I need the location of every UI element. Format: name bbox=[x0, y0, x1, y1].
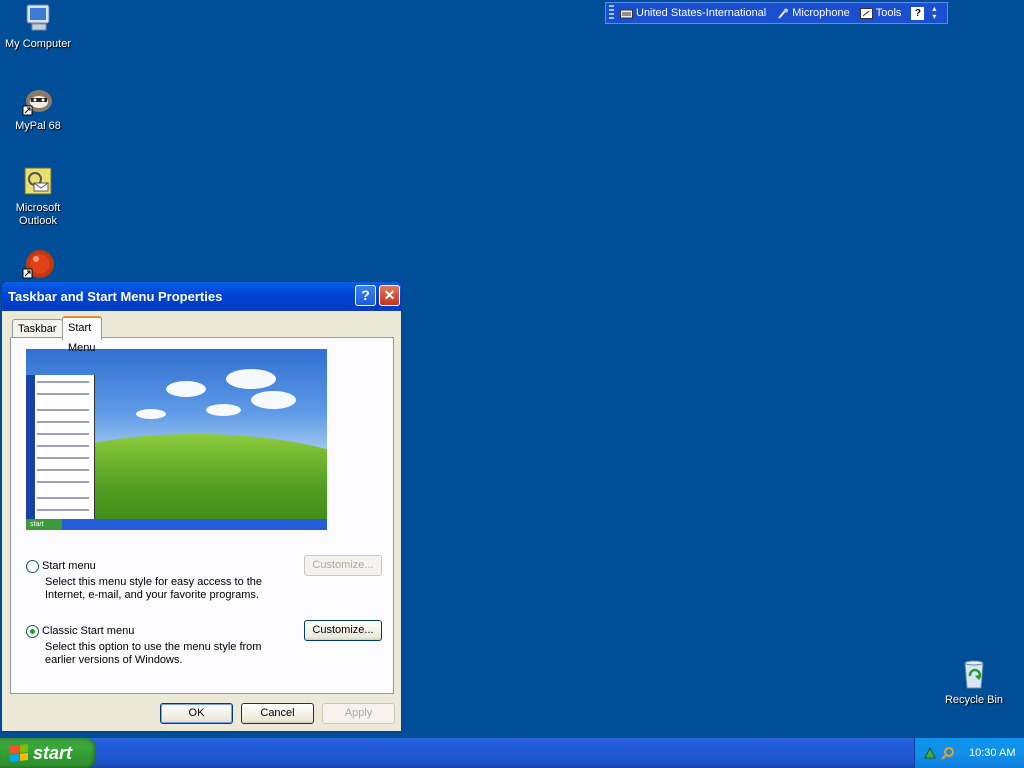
start-button[interactable]: start bbox=[0, 738, 96, 768]
cancel-button[interactable]: Cancel bbox=[241, 703, 314, 724]
language-bar-grip[interactable] bbox=[609, 5, 614, 21]
language-bar-options-icon[interactable]: ▴ ▾ bbox=[932, 5, 936, 21]
my-computer-icon bbox=[22, 2, 54, 34]
preview-start-label: start bbox=[26, 519, 62, 530]
desktop-icon-label: My Computer bbox=[4, 38, 72, 50]
customize-classic-button[interactable]: Customize... bbox=[304, 620, 382, 641]
desktop-icon-label: Microsoft Outlook bbox=[15, 202, 61, 227]
taskbar bbox=[0, 738, 1024, 768]
taskbar-properties-dialog: Taskbar and Start Menu Properties ? ✕ Ta… bbox=[1, 281, 402, 732]
language-bar[interactable]: United States-International Microphone T… bbox=[605, 2, 948, 24]
desktop-icon-red-ball[interactable] bbox=[0, 248, 76, 284]
microphone-icon bbox=[778, 8, 789, 19]
start-menu-tab-panel: start Start menu Select this menu style … bbox=[10, 337, 394, 694]
search-icon[interactable] bbox=[941, 746, 955, 760]
keyboard-icon bbox=[620, 9, 633, 18]
windows-logo-icon bbox=[10, 744, 28, 762]
desktop-icon-outlook[interactable]: Microsoft Outlook bbox=[0, 166, 76, 228]
preview-start-menu bbox=[26, 375, 95, 520]
mypal-icon bbox=[22, 84, 54, 116]
ok-button[interactable]: OK bbox=[160, 703, 233, 724]
red-ball-shortcut-icon bbox=[22, 248, 54, 280]
tab-start-menu[interactable]: Start Menu bbox=[62, 316, 102, 354]
desktop-icon-my-computer[interactable]: My Computer bbox=[0, 2, 76, 51]
close-button[interactable]: ✕ bbox=[379, 285, 400, 306]
tools-label: Tools bbox=[875, 7, 902, 19]
system-tray: 10:30 AM bbox=[914, 738, 1024, 768]
start-menu-label[interactable]: Start menu bbox=[42, 560, 96, 572]
start-menu-description: Select this menu style for easy access t… bbox=[45, 576, 263, 601]
apply-button[interactable]: Apply bbox=[322, 703, 395, 724]
recycle-bin-icon bbox=[958, 658, 990, 690]
classic-start-menu-label[interactable]: Classic Start menu bbox=[42, 625, 134, 637]
language-label: United States-International bbox=[636, 7, 767, 19]
tools-icon bbox=[859, 7, 873, 19]
desktop-icon-recycle-bin[interactable]: Recycle Bin bbox=[936, 658, 1012, 707]
microphone-button[interactable]: Microphone bbox=[776, 7, 850, 19]
language-button[interactable]: United States-International bbox=[620, 7, 766, 19]
start-label: start bbox=[33, 742, 73, 763]
desktop-icon-label: Recycle Bin bbox=[944, 694, 1004, 706]
start-menu-radio[interactable] bbox=[26, 560, 39, 573]
desktop-icon-mypal[interactable]: MyPal 68 bbox=[0, 84, 76, 133]
help-button[interactable]: ? bbox=[355, 285, 376, 306]
classic-start-menu-description: Select this option to use the menu style… bbox=[45, 641, 262, 666]
start-menu-preview: start bbox=[26, 349, 327, 530]
customize-start-menu-button[interactable]: Customize... bbox=[304, 555, 382, 576]
tools-button[interactable]: Tools bbox=[859, 7, 902, 19]
tab-taskbar[interactable]: Taskbar bbox=[12, 319, 63, 338]
dialog-title-bar[interactable]: Taskbar and Start Menu Properties ? ✕ bbox=[2, 282, 401, 311]
desktop-icon-label: MyPal 68 bbox=[15, 120, 61, 132]
network-icon[interactable] bbox=[923, 746, 937, 760]
clock[interactable]: 10:30 AM bbox=[969, 747, 1015, 759]
outlook-icon bbox=[22, 166, 54, 198]
classic-start-menu-radio[interactable] bbox=[26, 625, 39, 638]
dialog-title: Taskbar and Start Menu Properties bbox=[8, 289, 223, 304]
help-icon[interactable]: ? bbox=[911, 6, 925, 20]
microphone-label: Microphone bbox=[792, 7, 850, 19]
